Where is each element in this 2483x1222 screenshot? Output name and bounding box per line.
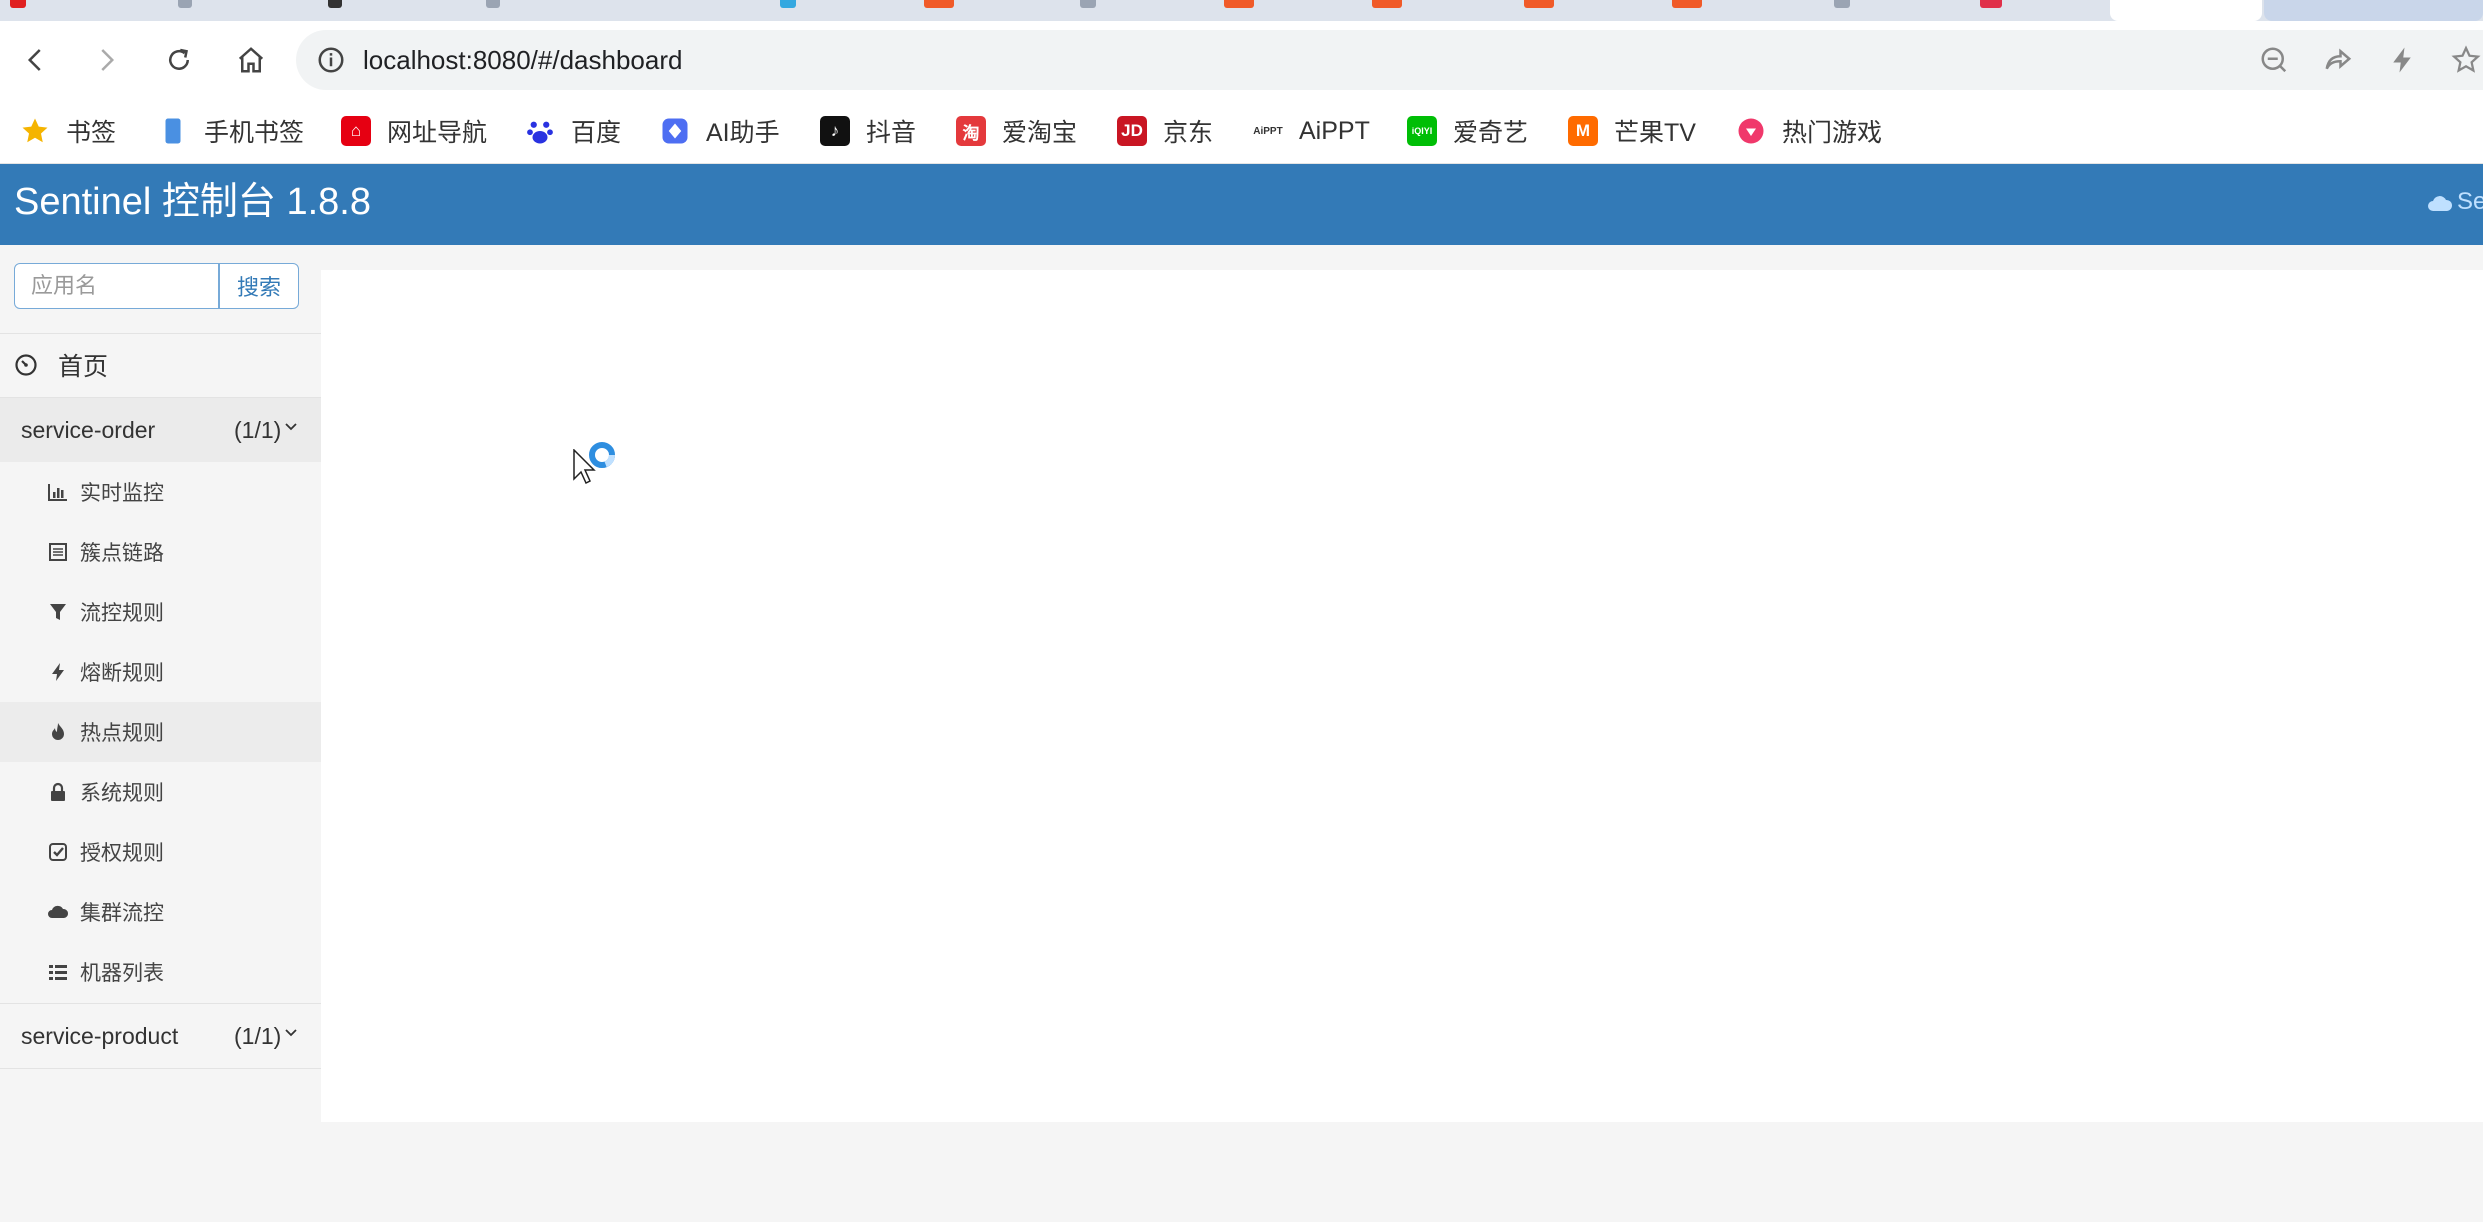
arrow-right-icon bbox=[101, 49, 115, 71]
fire-icon bbox=[47, 721, 69, 743]
address-bar[interactable]: localhost:8080/#/dashboard bbox=[296, 30, 2483, 90]
douyin-icon: ♪ bbox=[820, 116, 850, 146]
bar-chart-icon bbox=[47, 481, 69, 503]
lightning-icon bbox=[47, 661, 69, 683]
home-button[interactable] bbox=[229, 38, 273, 82]
sidebar-app-service-product[interactable]: service-product (1/1) bbox=[0, 1004, 321, 1068]
active-tab[interactable] bbox=[2110, 0, 2262, 21]
forward-button[interactable] bbox=[84, 38, 128, 82]
cloud-icon bbox=[2428, 195, 2453, 211]
sidebar-item-degrade-rules[interactable]: 熔断规则 bbox=[0, 642, 321, 702]
sidebar-item-flow-rules[interactable]: 流控规则 bbox=[0, 582, 321, 642]
tab-favicon[interactable] bbox=[924, 0, 954, 8]
star-icon bbox=[22, 118, 48, 143]
bookmark-item[interactable]: ⌂ 网址导航 bbox=[341, 99, 487, 163]
chevron-down-icon bbox=[285, 1029, 297, 1037]
back-button[interactable] bbox=[14, 38, 58, 82]
tab-favicon[interactable] bbox=[1980, 0, 2002, 8]
zoom-out-icon[interactable] bbox=[2259, 45, 2289, 75]
mango-icon: M bbox=[1568, 116, 1598, 146]
list-icon bbox=[47, 961, 69, 983]
bookmark-item[interactable]: AiPPT AiPPT bbox=[1253, 99, 1370, 163]
sidebar-item-cluster-flow[interactable]: 集群流控 bbox=[0, 882, 321, 942]
app-header: Sentinel 控制台 1.8.8 Se bbox=[0, 164, 2483, 245]
tab-favicon[interactable] bbox=[1672, 0, 1702, 8]
tab-favicon[interactable] bbox=[1080, 0, 1096, 8]
sidebar-item-hotspot-rules[interactable]: 热点规则 bbox=[0, 702, 321, 762]
loading-spinner-icon bbox=[589, 442, 615, 468]
game-icon bbox=[1738, 118, 1764, 144]
header-user-link[interactable]: Se bbox=[2427, 164, 2483, 240]
dashboard-icon bbox=[15, 354, 37, 376]
hao123-icon: ⌂ bbox=[341, 116, 371, 146]
browser-tab[interactable] bbox=[2264, 0, 2483, 21]
sidebar-app-service-order[interactable]: service-order (1/1) bbox=[0, 398, 321, 462]
tab-favicon[interactable] bbox=[328, 0, 342, 8]
bookmark-item[interactable]: AI助手 bbox=[660, 99, 780, 163]
tab-favicon[interactable] bbox=[1834, 0, 1850, 8]
browser-toolbar: localhost:8080/#/dashboard bbox=[0, 21, 2483, 99]
bookmark-item[interactable]: M 芒果TV bbox=[1568, 99, 1696, 163]
filter-icon bbox=[47, 601, 69, 623]
lock-icon bbox=[47, 781, 69, 803]
app-name: service-product bbox=[21, 1022, 179, 1049]
app-machine-count: (1/1) bbox=[234, 416, 282, 443]
tab-favicon[interactable] bbox=[178, 0, 192, 8]
cloud-icon bbox=[47, 901, 69, 923]
reload-button[interactable] bbox=[157, 38, 201, 82]
check-square-icon bbox=[47, 841, 69, 863]
list-box-icon bbox=[47, 541, 69, 563]
app-name: service-order bbox=[21, 416, 156, 443]
bookmark-item[interactable]: JD 京东 bbox=[1117, 99, 1213, 163]
chevron-down-icon bbox=[285, 423, 297, 431]
share-icon[interactable] bbox=[2323, 45, 2353, 75]
jd-icon: JD bbox=[1117, 116, 1147, 146]
tab-favicon[interactable] bbox=[10, 0, 26, 8]
search-button[interactable]: 搜索 bbox=[219, 263, 299, 309]
browser-tab-strip bbox=[0, 0, 2483, 21]
tab-favicon[interactable] bbox=[1524, 0, 1554, 8]
bookmark-item[interactable]: 热门游戏 bbox=[1736, 99, 1882, 163]
bookmark-item[interactable]: iQIYI 爱奇艺 bbox=[1407, 99, 1528, 163]
bookmark-item[interactable]: 百度 bbox=[525, 99, 621, 163]
info-icon[interactable] bbox=[316, 45, 346, 75]
tab-favicon[interactable] bbox=[780, 0, 796, 8]
baidu-paw-icon bbox=[527, 121, 553, 144]
aippt-icon: AiPPT bbox=[1253, 125, 1283, 137]
home-icon bbox=[238, 47, 264, 73]
app-title[interactable]: Sentinel 控制台 1.8.8 bbox=[14, 164, 371, 240]
phone-icon bbox=[165, 118, 181, 144]
bookmarks-bar: 书签 手机书签 ⌂ 网址导航 百度 AI助手 ♪ 抖音 淘 爱淘宝 JD 京东 … bbox=[0, 99, 2483, 164]
ai-assistant-icon bbox=[662, 118, 688, 144]
lightning-icon[interactable] bbox=[2387, 45, 2417, 75]
sidebar: 搜索 首页 service-order (1/1) 实时监控 簇点链路 流控规则… bbox=[0, 245, 321, 1222]
main-content bbox=[321, 270, 2483, 1122]
iqiyi-icon: iQIYI bbox=[1407, 116, 1437, 146]
tab-favicon[interactable] bbox=[486, 0, 500, 8]
arrow-left-icon bbox=[27, 49, 41, 71]
sidebar-item-machine-list[interactable]: 机器列表 bbox=[0, 942, 321, 1002]
sidebar-item-realtime-monitor[interactable]: 实时监控 bbox=[0, 462, 321, 522]
bookmark-item[interactable]: ♪ 抖音 bbox=[820, 99, 916, 163]
reload-icon bbox=[169, 48, 189, 70]
divider bbox=[0, 1068, 321, 1069]
sidebar-item-home[interactable]: 首页 bbox=[0, 333, 321, 397]
app-machine-count: (1/1) bbox=[234, 1022, 282, 1049]
sidebar-item-cluster-link[interactable]: 簇点链路 bbox=[0, 522, 321, 582]
tab-favicon[interactable] bbox=[1224, 0, 1254, 8]
star-outline-icon[interactable] bbox=[2451, 45, 2481, 75]
bookmark-item[interactable]: 淘 爱淘宝 bbox=[956, 99, 1077, 163]
sidebar-item-system-rules[interactable]: 系统规则 bbox=[0, 762, 321, 822]
bookmark-item[interactable]: 书签 bbox=[20, 99, 116, 163]
url-text[interactable]: localhost:8080/#/dashboard bbox=[363, 30, 682, 90]
tab-favicon[interactable] bbox=[1372, 0, 1402, 8]
bookmark-item[interactable]: 手机书签 bbox=[158, 99, 304, 163]
app-search-input[interactable] bbox=[14, 263, 219, 309]
taobao-icon: 淘 bbox=[956, 116, 986, 146]
sidebar-item-authority-rules[interactable]: 授权规则 bbox=[0, 822, 321, 882]
